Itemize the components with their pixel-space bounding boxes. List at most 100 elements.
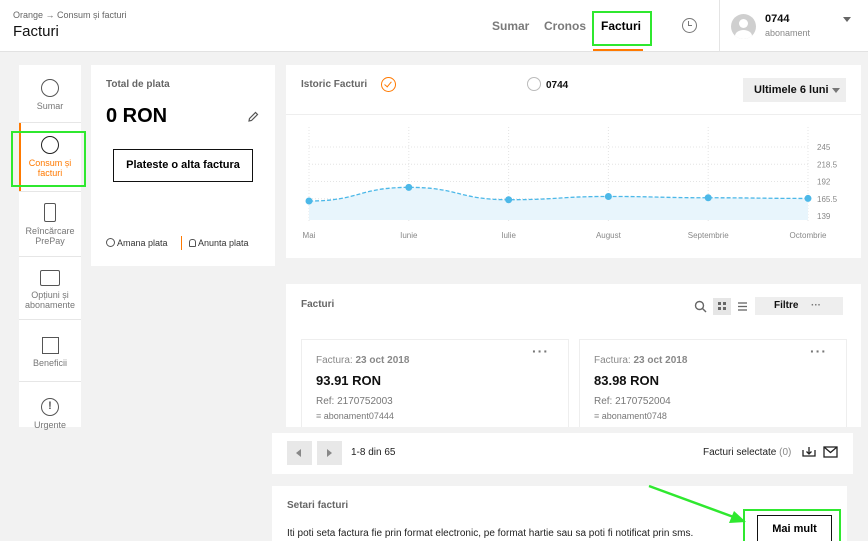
page-range: 1-8 din 65 <box>351 447 396 458</box>
breadcrumb[interactable]: Orange → Consum și facturi <box>13 10 127 20</box>
invoice-label: Factura: <box>594 355 631 366</box>
bell-icon <box>189 239 196 247</box>
period-select[interactable]: Ultimele 6 luni <box>743 78 846 102</box>
total-heading: Total de plata <box>106 79 170 90</box>
chevron-down-icon <box>832 88 840 93</box>
briefcase-icon <box>40 270 60 286</box>
invoice-amount: 93.91 RON <box>316 373 382 388</box>
total-amount: 0 RON <box>106 105 168 127</box>
postpone-payment-link[interactable]: Amana plata <box>106 238 168 248</box>
prev-page-button[interactable] <box>287 441 312 465</box>
sidebar-divider <box>19 191 81 192</box>
series-area <box>309 187 808 220</box>
x-tick-label: August <box>596 231 622 240</box>
notify-label: Anunta plata <box>198 238 249 248</box>
more-dots-icon: ··· <box>811 300 821 311</box>
invoice-ref: Ref: 2170752003 <box>316 396 393 407</box>
arrow-annotation-icon <box>648 484 746 523</box>
y-tick-label: 192 <box>817 178 831 187</box>
list-view-icon[interactable] <box>737 301 748 312</box>
line-toggle-radio[interactable] <box>527 77 541 91</box>
link-separator <box>181 236 182 250</box>
invoice-account: ≡ abonament07444 <box>316 411 394 421</box>
period-value: Ultimele 6 luni <box>754 84 829 96</box>
x-tick-label: Iunie <box>400 231 418 240</box>
sidebar-item-label: Reîncărcare PrePay <box>25 226 75 246</box>
search-icon[interactable] <box>694 300 707 313</box>
avatar[interactable] <box>731 14 756 39</box>
nav-sumar[interactable]: Sumar <box>492 19 529 33</box>
header-divider <box>719 0 720 52</box>
invoice-account-value: abonament07444 <box>323 411 394 421</box>
nav-facturi-highlight <box>592 11 652 46</box>
filter-button[interactable]: Filtre ··· <box>755 297 843 315</box>
sidebar-item-label: Opțiuni și abonamente <box>24 290 76 310</box>
notify-payment-link[interactable]: Anunta plata <box>189 238 249 248</box>
line-label: 0744 <box>546 80 569 91</box>
invoice-account-value: abonament0748 <box>601 411 667 421</box>
more-button-highlight <box>743 509 841 541</box>
gift-icon <box>41 337 59 354</box>
sidebar-divider <box>19 319 81 320</box>
y-tick-label: 218.5 <box>817 160 838 169</box>
data-point <box>604 192 612 200</box>
sidebar-divider <box>19 256 81 257</box>
sidebar-divider <box>19 381 81 382</box>
nav-cronos[interactable]: Cronos <box>544 19 586 33</box>
pay-other-invoice-button[interactable]: Plateste o alta factura <box>113 149 253 182</box>
alert-icon: ! <box>41 398 59 416</box>
invoice-date-value: 23 oct 2018 <box>633 355 688 366</box>
y-tick-label: 245 <box>817 143 831 152</box>
clock-icon <box>106 238 115 247</box>
account-icon: ≡ <box>594 411 600 421</box>
data-point <box>505 196 513 204</box>
sidebar-item-beneficii[interactable]: Beneficii <box>19 337 81 368</box>
user-circle-icon <box>41 79 59 97</box>
x-tick-label: Septembrie <box>688 231 729 240</box>
sidebar-item-reincarcare[interactable]: Reîncărcare PrePay <box>19 203 81 246</box>
download-icon[interactable] <box>802 445 816 459</box>
user-plan: abonament <box>765 28 811 38</box>
invoice-date: Factura: 23 oct 2018 <box>594 355 687 366</box>
nav-active-underline <box>593 49 643 51</box>
y-tick-label: 165.5 <box>817 195 838 204</box>
page-title: Facturi <box>13 23 59 40</box>
filter-label: Filtre <box>774 300 799 311</box>
sidebar-item-label: Beneficii <box>32 358 68 368</box>
invoice-menu-icon[interactable]: ··· <box>810 343 827 359</box>
selected-label: Facturi selectate <box>703 447 777 458</box>
invoice-date: Factura: 23 oct 2018 <box>316 355 409 366</box>
sidebar-item-urgente[interactable]: ! Urgente <box>19 398 81 430</box>
account-icon: ≡ <box>316 411 322 421</box>
selected-count: (0) <box>779 447 792 458</box>
sidebar-consum-highlight <box>11 131 86 187</box>
invoices-heading: Facturi <box>301 299 335 310</box>
invoice-ref: Ref: 2170752004 <box>594 396 671 407</box>
phone-icon <box>44 203 56 222</box>
invoice-date-value: 23 oct 2018 <box>355 355 410 366</box>
x-tick-label: Iulie <box>501 231 516 240</box>
invoice-label: Factura: <box>316 355 353 366</box>
email-icon[interactable] <box>823 446 838 458</box>
x-tick-label: Octombrie <box>790 231 827 240</box>
edit-icon[interactable] <box>247 111 259 123</box>
x-tick-label: Mai <box>303 231 316 240</box>
sidebar-divider <box>19 122 81 123</box>
settings-description: Iti poti seta factura fie prin format el… <box>287 528 694 539</box>
grid-view-icon[interactable] <box>713 298 731 315</box>
chevron-down-icon[interactable] <box>843 17 851 22</box>
sidebar-item-label: Urgente <box>33 420 67 430</box>
data-point <box>405 183 413 191</box>
user-number[interactable]: 0744 <box>765 13 789 25</box>
check-circle-icon[interactable] <box>381 77 396 92</box>
sidebar-item-optiuni[interactable]: Opțiuni și abonamente <box>19 270 81 310</box>
selected-invoices: Facturi selectate (0) <box>703 447 791 458</box>
invoice-menu-icon[interactable]: ··· <box>532 343 549 359</box>
history-clock-icon[interactable] <box>682 18 697 33</box>
settings-heading: Setari facturi <box>287 500 349 511</box>
invoice-amount: 83.98 RON <box>594 373 660 388</box>
data-point <box>804 194 812 202</box>
sidebar-item-sumar[interactable]: Sumar <box>19 79 81 111</box>
next-page-button[interactable] <box>317 441 342 465</box>
data-point <box>305 197 313 205</box>
